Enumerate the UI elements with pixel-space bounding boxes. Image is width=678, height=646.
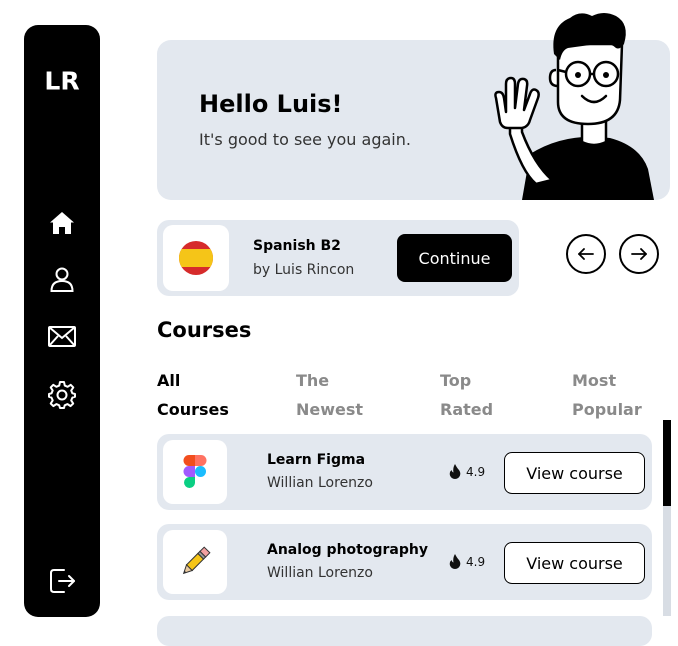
course-author: Willian Lorenzo (267, 565, 373, 581)
fire-icon (449, 464, 461, 479)
course-card (157, 616, 652, 646)
spain-flag-icon (163, 225, 229, 291)
next-button[interactable] (619, 234, 659, 274)
tab-label-line1: Top (440, 371, 472, 390)
tab-label-line2: Rated (440, 400, 494, 419)
tab-all-courses[interactable]: All Courses (157, 366, 229, 424)
tab-top-rated[interactable]: Top Rated (440, 366, 493, 424)
arrow-left-icon (578, 248, 594, 260)
course-author: Willian Lorenzo (267, 475, 373, 491)
gear-icon[interactable] (46, 379, 78, 411)
waving-character-illustration (494, 13, 654, 200)
tab-most-popular[interactable]: Most Popular (572, 366, 642, 424)
tab-the-newest[interactable]: The Newest (296, 366, 363, 424)
current-course-card: Spanish B2 by Luis Rincon Continue (157, 220, 519, 296)
logo: LR (44, 66, 80, 96)
continue-button[interactable]: Continue (397, 234, 512, 282)
current-course-author: by Luis Rincon (253, 262, 355, 278)
scrollbar-thumb[interactable] (663, 420, 671, 506)
course-title: Learn Figma (267, 452, 366, 468)
fire-icon (449, 554, 461, 569)
figma-icon (163, 440, 227, 504)
course-card: Learn Figma Willian Lorenzo 4.9 View cou… (157, 434, 652, 510)
sidebar: LR (24, 25, 100, 617)
tab-label-line1: Most (572, 371, 617, 390)
course-rating: 4.9 (449, 554, 485, 569)
tab-label-line1: All (157, 371, 181, 390)
view-course-button[interactable]: View course (504, 542, 645, 584)
mail-icon[interactable] (46, 321, 78, 353)
tab-label-line2: Newest (296, 400, 364, 419)
tab-label-line1: The (296, 371, 330, 390)
prev-button[interactable] (566, 234, 606, 274)
view-course-button[interactable]: View course (504, 452, 645, 494)
course-title: Analog photography (267, 542, 428, 558)
pencil-icon (163, 530, 227, 594)
courses-heading: Courses (157, 318, 252, 342)
tab-label-line2: Popular (572, 400, 642, 419)
course-card: Analog photography Willian Lorenzo 4.9 V… (157, 524, 652, 600)
rating-value: 4.9 (466, 554, 486, 569)
welcome-title: Hello Luis! (199, 90, 343, 118)
welcome-subtitle: It's good to see you again. (199, 130, 411, 149)
current-course-title: Spanish B2 (253, 238, 341, 254)
home-icon[interactable] (46, 207, 78, 239)
user-icon[interactable] (46, 263, 78, 295)
logout-icon[interactable] (46, 565, 78, 597)
arrow-right-icon (631, 248, 647, 260)
rating-value: 4.9 (466, 464, 486, 479)
course-rating: 4.9 (449, 464, 485, 479)
tab-label-line2: Courses (157, 400, 229, 419)
